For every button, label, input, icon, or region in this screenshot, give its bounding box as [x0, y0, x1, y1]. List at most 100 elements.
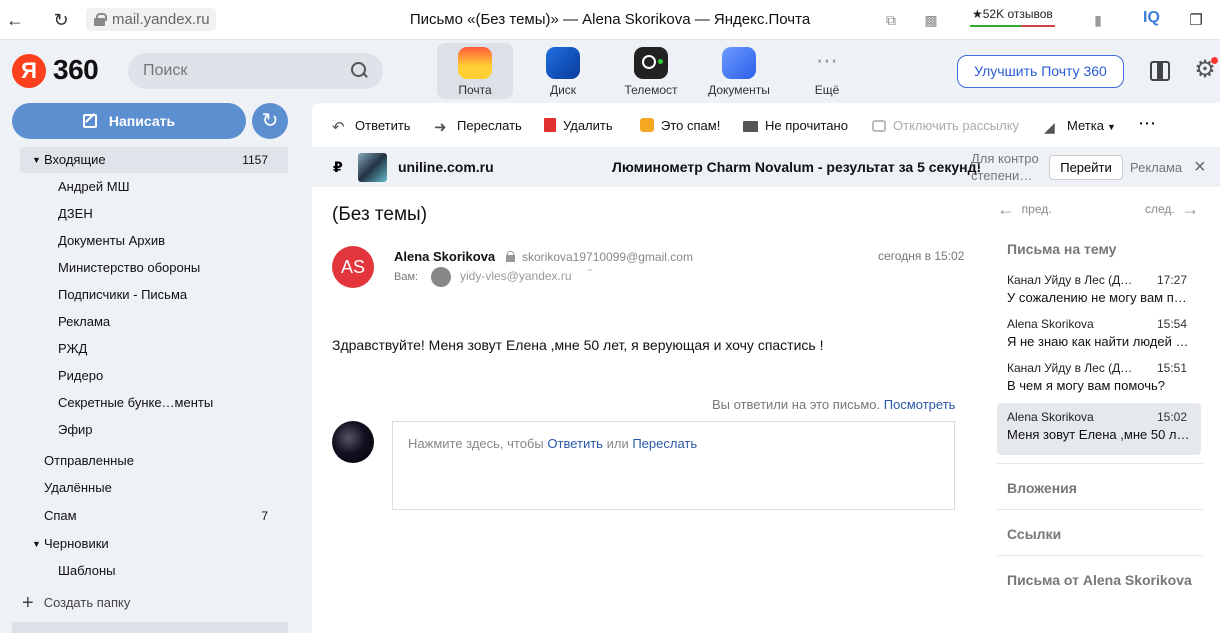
sender-email[interactable]: skorikova19710099@gmail.com [522, 250, 693, 264]
cabinet-icon[interactable] [1150, 61, 1170, 81]
sidebar-bottom-tabs[interactable] [12, 622, 288, 633]
close-icon[interactable]: × [1194, 156, 1206, 179]
folder-item[interactable]: Подписчики - Письма [20, 282, 288, 308]
from-sender-section[interactable]: Письма от Alena Skorikova [1007, 572, 1192, 588]
reviews-badge[interactable]: ★52K отзывов [970, 7, 1055, 27]
unsubscribe-button[interactable]: Отключить рассылку [872, 117, 1019, 135]
collapse-triangle-icon[interactable]: ▼ [32, 531, 41, 557]
mark-unread-button[interactable]: Не прочитано [743, 117, 848, 135]
ad-text[interactable]: Люминометр Charm Novalum - результат за … [612, 159, 981, 175]
chevron-up-icon[interactable]: ⌃ [586, 268, 594, 279]
refresh-button[interactable]: ↻ [252, 103, 288, 139]
url-text: mail.yandex.ru [112, 11, 210, 28]
folder-item[interactable]: Ридеро [20, 363, 288, 389]
folder-item[interactable]: Министерство обороны [20, 255, 288, 281]
view-reply-link[interactable]: Посмотреть [884, 397, 956, 412]
thread-item[interactable]: Канал Уйду в Лес (Д… 15:51 В чем я могу … [997, 354, 1201, 404]
service-documents[interactable]: Документы [701, 43, 777, 99]
reload-icon[interactable]: ↻ [50, 9, 72, 31]
folder-inbox[interactable]: ▼ Входящие 1157 [20, 147, 288, 173]
sender-avatar[interactable]: AS [332, 246, 374, 288]
folder-item[interactable]: Андрей МШ [20, 174, 288, 200]
folder-drafts[interactable]: ▼ Черновики [20, 531, 288, 557]
divider [997, 463, 1203, 464]
collapse-triangle-icon[interactable]: ▼ [32, 147, 41, 173]
app-header: Я 360 Поиск Почта Диск Телемост Документ… [0, 40, 1220, 102]
camera-icon [872, 120, 886, 132]
reply-button[interactable]: ↶ Ответить [332, 117, 411, 136]
recipient-avatar [431, 267, 451, 287]
folder-item[interactable]: Эфир [20, 417, 288, 443]
bookmark-icon[interactable]: ▮ [1087, 9, 1109, 31]
clipboard-icon[interactable]: ❐ [1185, 9, 1207, 31]
service-mail[interactable]: Почта [437, 43, 513, 99]
address-bar[interactable]: mail.yandex.ru [86, 8, 216, 31]
service-disk[interactable]: Диск [525, 43, 601, 99]
user-avatar[interactable] [332, 421, 374, 463]
message-toolbar: ↶ Ответить ➜ Переслать Удалить Это спам! Н… [312, 103, 1220, 147]
quick-forward-link[interactable]: Переслать [632, 436, 697, 451]
disk-icon [546, 47, 580, 79]
next-message-link[interactable]: след. → [1145, 199, 1199, 220]
iq-icon[interactable]: IQ [1143, 9, 1160, 27]
spam-icon [640, 118, 654, 132]
links-section[interactable]: Ссылки [1007, 526, 1061, 542]
recipient-email[interactable]: yidy-vles@yandex.ru [460, 269, 572, 283]
folder-templates[interactable]: Шаблоны [20, 558, 288, 584]
search-icon[interactable] [351, 62, 369, 80]
folder-item[interactable]: Секретные бунке…менты [20, 390, 288, 416]
attachments-section[interactable]: Вложения [1007, 480, 1077, 496]
folder-item[interactable]: Документы Архив [20, 228, 288, 254]
ad-note: Для контро степени… [971, 151, 1039, 183]
thread-item[interactable]: Канал Уйду в Лес (Д… 17:27 У сожалению н… [997, 266, 1201, 316]
message-date: сегодня в 15:02 [878, 249, 965, 263]
forward-button[interactable]: ➜ Переслать [434, 117, 522, 136]
thread-title[interactable]: Письма на тему [1007, 241, 1116, 257]
refresh-icon: ↻ [261, 110, 279, 132]
forward-arrow-icon: ➜ [434, 119, 447, 136]
thread-item-current[interactable]: Alena Skorikova 15:02 Меня зовут Елена ,… [997, 403, 1201, 455]
ad-thumbnail [358, 153, 387, 182]
folder-item[interactable]: ДЗЕН [20, 201, 288, 227]
arrow-left-icon: ← [997, 199, 1015, 219]
more-actions-button[interactable]: ⋯ [1138, 114, 1156, 132]
notification-dot [1211, 57, 1218, 64]
logo-360[interactable]: 360 [53, 54, 99, 86]
ad-domain[interactable]: uniline.com.ru [398, 159, 494, 175]
folder-item[interactable]: РЖД [20, 336, 288, 362]
service-more[interactable]: ⋯ Ещё [789, 43, 865, 99]
quick-reply-link[interactable]: Ответить [547, 436, 603, 451]
create-folder-link[interactable]: + Создать папку [22, 592, 130, 615]
extension-icon[interactable]: ▩ [920, 9, 942, 31]
spam-button[interactable]: Это спам! [640, 117, 720, 135]
back-arrow-icon[interactable]: ← [4, 9, 26, 31]
ad-go-button[interactable]: Перейти [1049, 155, 1123, 180]
folder-spam[interactable]: Спам 7 [20, 503, 288, 529]
prev-message-link[interactable]: ← пред. [997, 199, 1052, 220]
thread-item[interactable]: Alena Skorikova 15:54 Я не знаю как найт… [997, 310, 1201, 360]
ruble-icon: ₽ [333, 159, 343, 175]
chevron-down-icon: ▼ [1106, 122, 1116, 132]
page-title: Письмо «(Без темы)» — Alena Skorikova — … [409, 11, 811, 28]
upgrade-mail-button[interactable]: Улучшить Почту 360 [957, 55, 1124, 88]
folder-deleted[interactable]: Удалённые [20, 475, 288, 501]
telemost-icon [634, 47, 668, 79]
label-dropdown[interactable]: ◢ Метка ▼ [1044, 117, 1116, 135]
lock-icon [94, 13, 107, 26]
quick-reply-box[interactable]: Нажмите здесь, чтобы Ответить или Пересл… [392, 421, 955, 510]
quick-reply-prompt: Нажмите здесь, чтобы Ответить или Пересл… [408, 436, 698, 451]
compose-button[interactable]: Написать [12, 103, 246, 139]
yandex-logo[interactable]: Я [12, 54, 46, 88]
message-body: Здравствуйте! Меня зовут Елена ,мне 50 л… [332, 337, 824, 353]
collections-icon[interactable]: ⧉ [880, 9, 902, 31]
service-telemost[interactable]: Телемост [613, 43, 689, 99]
folder-sent[interactable]: Отправленные [20, 448, 288, 474]
sender-name[interactable]: Alena Skorikova [394, 249, 495, 264]
envelope-icon [743, 121, 758, 132]
folder-item[interactable]: Реклама [20, 309, 288, 335]
ad-label: Реклама [1130, 160, 1183, 175]
tag-icon: ◢ [1044, 119, 1055, 135]
delete-button[interactable]: Удалить [544, 117, 613, 135]
search-input[interactable]: Поиск [128, 53, 383, 89]
ad-banner[interactable]: ₽ uniline.com.ru Люминометр Charm Novalu… [312, 147, 1220, 187]
